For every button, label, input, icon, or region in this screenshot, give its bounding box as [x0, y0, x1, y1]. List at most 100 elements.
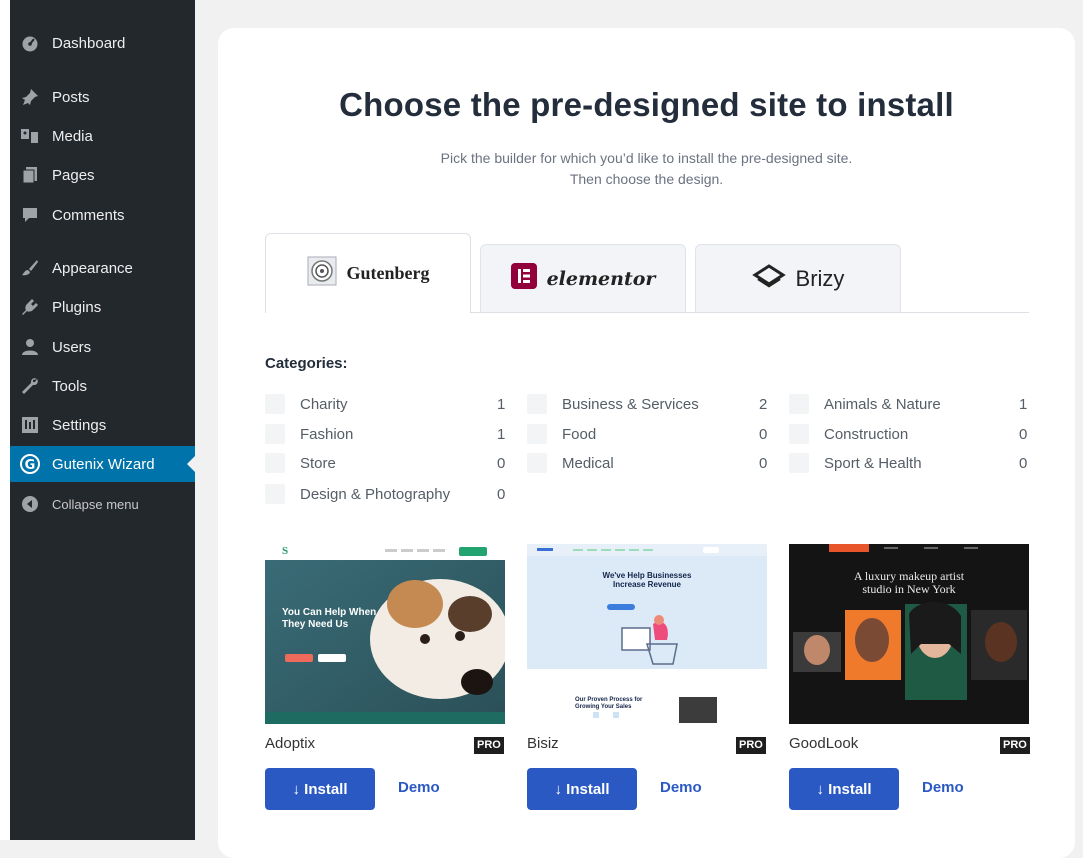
gutenberg-logo-icon — [307, 256, 337, 291]
subtitle-line-2: Then choose the design. — [569, 171, 724, 187]
left-edge — [0, 0, 10, 840]
collapse-icon — [20, 494, 40, 514]
category-item[interactable]: Business & Services — [527, 393, 699, 415]
sidebar-item-label: Settings — [52, 416, 107, 434]
category-label: Fashion — [300, 425, 354, 443]
category-item[interactable]: Medical — [527, 452, 614, 474]
tab-elementor[interactable]: elementor — [480, 244, 686, 312]
tab-gutenberg[interactable]: Gutenberg — [265, 233, 471, 313]
template-preview-adoptix[interactable]: S You Can Help When They Need Us — [265, 544, 505, 724]
install-button[interactable]: ↓ Install — [265, 768, 375, 810]
pro-badge: PRO — [736, 737, 766, 754]
pages-icon — [20, 165, 40, 185]
demo-link[interactable]: Demo — [660, 779, 702, 796]
category-item[interactable]: Construction — [789, 423, 908, 445]
category-item[interactable]: Charity — [265, 393, 348, 415]
demo-link[interactable]: Demo — [922, 779, 964, 796]
pro-badge: PRO — [1000, 737, 1030, 754]
sidebar-item-label: Comments — [52, 206, 125, 224]
category-count: 0 — [759, 454, 768, 472]
sidebar-item-label: Media — [52, 127, 93, 145]
sidebar-item-tools[interactable]: Tools — [10, 368, 195, 404]
category-count: 2 — [759, 395, 768, 413]
pro-badge: PRO — [474, 737, 504, 754]
media-icon — [20, 126, 40, 146]
elementor-logo-icon — [510, 263, 537, 294]
comment-icon — [20, 205, 40, 225]
svg-text:G: G — [25, 458, 36, 473]
category-checkbox[interactable] — [789, 424, 809, 444]
users-icon — [20, 337, 40, 357]
preview-headline: A luxury makeup artist studio in New Yor… — [853, 569, 965, 596]
category-checkbox[interactable] — [527, 453, 547, 473]
sidebar-item-plugins[interactable]: Plugins — [10, 289, 195, 325]
category-checkbox[interactable] — [265, 394, 285, 414]
category-label: Medical — [562, 454, 614, 472]
sidebar-item-label: Collapse menu — [52, 496, 139, 512]
sidebar-item-label: Tools — [52, 377, 88, 395]
sidebar-item-appearance[interactable]: Appearance — [10, 250, 195, 286]
brizy-logo-icon — [751, 263, 786, 294]
sidebar-item-users[interactable]: Users — [10, 329, 195, 365]
sidebar-item-label: Appearance — [52, 259, 133, 277]
tab-label: Gutenberg — [346, 263, 430, 283]
gutenix-g-icon: G — [20, 454, 40, 474]
category-checkbox[interactable] — [265, 453, 285, 473]
sidebar-item-dashboard[interactable]: Dashboard — [10, 25, 195, 61]
sidebar-item-settings[interactable]: Settings — [10, 407, 195, 443]
category-item[interactable]: Fashion — [265, 423, 353, 445]
category-label: Store — [300, 454, 336, 472]
admin-sidebar: Dashboard Posts Media Pages Comments App… — [10, 0, 195, 840]
category-item[interactable]: Sport & Health — [789, 452, 922, 474]
category-count: 1 — [497, 425, 506, 443]
category-item[interactable]: Animals & Nature — [789, 393, 941, 415]
template-name: Bisiz — [527, 735, 559, 752]
tab-label: Brizy — [795, 265, 845, 291]
pin-icon — [20, 87, 40, 107]
category-count: 0 — [1019, 454, 1028, 472]
subtitle-line-1: Pick the builder for which you’d like to… — [440, 150, 853, 166]
sidebar-collapse-menu[interactable]: Collapse menu — [10, 486, 195, 522]
category-count: 0 — [759, 425, 768, 443]
sidebar-item-label: Gutenix Wizard — [52, 455, 155, 473]
category-checkbox[interactable] — [527, 394, 547, 414]
category-label: Sport & Health — [824, 454, 922, 472]
template-preview-bisiz[interactable]: We've Help Businesses Increase Revenue O… — [527, 544, 767, 724]
tab-brizy[interactable]: Brizy — [695, 244, 901, 312]
category-item[interactable]: Design & Photography — [265, 483, 450, 505]
category-count: 0 — [1019, 425, 1028, 443]
category-checkbox[interactable] — [527, 424, 547, 444]
category-checkbox[interactable] — [265, 484, 285, 504]
category-label: Business & Services — [562, 395, 699, 413]
sidebar-item-gutenix-wizard[interactable]: G Gutenix Wizard — [10, 446, 195, 482]
template-preview-goodlook[interactable]: A luxury makeup artist studio in New Yor… — [789, 544, 1029, 724]
sidebar-item-label: Dashboard — [52, 34, 126, 52]
sidebar-item-label: Pages — [52, 166, 95, 184]
category-checkbox[interactable] — [265, 424, 285, 444]
category-checkbox[interactable] — [789, 394, 809, 414]
sidebar-item-media[interactable]: Media — [10, 118, 195, 154]
categories-heading: Categories: — [265, 355, 348, 372]
sidebar-item-comments[interactable]: Comments — [10, 197, 195, 233]
category-count: 1 — [497, 395, 506, 413]
category-checkbox[interactable] — [789, 453, 809, 473]
sidebar-item-label: Plugins — [52, 298, 102, 316]
sidebar-item-label: Users — [52, 338, 92, 356]
category-label: Animals & Nature — [824, 395, 941, 413]
sidebar-item-posts[interactable]: Posts — [10, 79, 195, 115]
dashboard-icon — [20, 33, 40, 53]
category-item[interactable]: Food — [527, 423, 596, 445]
wrench-icon — [20, 376, 40, 396]
preview-subtext: Our Proven Process for Growing Your Sale… — [575, 697, 643, 710]
demo-link[interactable]: Demo — [398, 779, 440, 796]
category-label: Construction — [824, 425, 909, 443]
brush-icon — [20, 258, 40, 278]
category-label: Charity — [300, 395, 348, 413]
page-subtitle: Pick the builder for which you’d like to… — [218, 148, 1075, 190]
category-item[interactable]: Store — [265, 452, 336, 474]
install-button[interactable]: ↓ Install — [789, 768, 899, 810]
preview-headline: You Can Help When They Need Us — [282, 607, 377, 630]
page-title: Choose the pre-designed site to install — [339, 86, 954, 123]
install-button[interactable]: ↓ Install — [527, 768, 637, 810]
sidebar-item-pages[interactable]: Pages — [10, 157, 195, 193]
